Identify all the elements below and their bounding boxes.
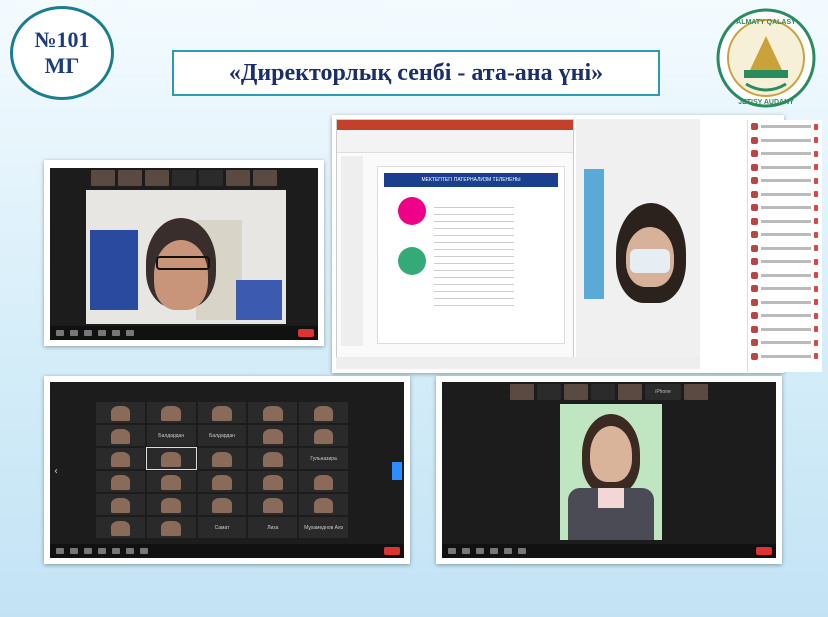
zoom-control-bar[interactable] bbox=[442, 544, 776, 558]
grid-name-label: Мұхамеднов Аяз bbox=[299, 517, 348, 538]
page-title-box: «Директорлық сенбі - ата-ана үні» bbox=[172, 50, 660, 96]
speaker-video bbox=[86, 190, 286, 324]
powerpoint-window: МЕКТЕПТЕГІ ПАТЕРНАЛИЗМ ТЕЛЕНЕНЫ bbox=[336, 119, 574, 359]
slide-heading: МЕКТЕПТЕГІ ПАТЕРНАЛИЗМ ТЕЛЕНЕНЫ bbox=[384, 173, 558, 187]
logo-bottom-text: JETISY AUDANY bbox=[738, 99, 794, 106]
participant-row[interactable] bbox=[748, 255, 822, 269]
participants-list[interactable] bbox=[747, 120, 822, 372]
participant-row[interactable] bbox=[748, 282, 822, 296]
slide-preview: МЕКТЕПТЕГІ ПАТЕРНАЛИЗМ ТЕЛЕНЕНЫ bbox=[377, 166, 565, 344]
district-emblem-logo: ALMATY QALASY JETISY AUDANY bbox=[716, 8, 816, 108]
participant-row[interactable] bbox=[748, 215, 822, 229]
participant-row[interactable] bbox=[748, 120, 822, 134]
participant-thumbnail-strip: iPhone bbox=[442, 382, 776, 404]
grid-name-label: Балдардан bbox=[146, 425, 196, 446]
thumbnail-name-label: iPhone bbox=[645, 384, 681, 400]
page-title: «Директорлық сенбі - ата-ана үні» bbox=[228, 59, 604, 86]
grid-name-label: Гульназира bbox=[299, 448, 348, 469]
prev-page-arrow-icon[interactable]: ‹ bbox=[54, 466, 62, 478]
grid-name-label: Балдардан bbox=[197, 425, 247, 446]
badge-number: №101 bbox=[34, 27, 90, 52]
participant-row[interactable] bbox=[748, 323, 822, 337]
participant-row[interactable] bbox=[748, 174, 822, 188]
participant-row[interactable] bbox=[748, 161, 822, 175]
participant-row[interactable] bbox=[748, 336, 822, 350]
logo-top-text: ALMATY QALASY bbox=[736, 19, 796, 26]
zoom-screenshot-top-right: МЕКТЕПТЕГІ ПАТЕРНАЛИЗМ ТЕЛЕНЕНЫ bbox=[332, 115, 784, 373]
zoom-gallery-window: Балдардан Балдардан Гульназира Самат Лиза М… bbox=[50, 382, 404, 558]
grid-name-label: Самат bbox=[197, 517, 247, 538]
participant-row[interactable] bbox=[748, 228, 822, 242]
zoom-window: iPhone bbox=[442, 382, 776, 558]
speaker-video bbox=[560, 404, 662, 540]
zoom-screenshot-bottom-right: iPhone bbox=[436, 376, 782, 564]
participant-row[interactable] bbox=[748, 134, 822, 148]
next-page-arrow-icon[interactable] bbox=[392, 462, 402, 480]
participant-row[interactable] bbox=[748, 242, 822, 256]
participant-row[interactable] bbox=[748, 269, 822, 283]
participant-row[interactable] bbox=[748, 309, 822, 323]
zoom-screenshot-bottom-left: Балдардан Балдардан Гульназира Самат Лиза М… bbox=[44, 376, 410, 564]
zoom-control-bar[interactable] bbox=[50, 326, 318, 340]
speaker-video-masked bbox=[576, 119, 700, 357]
badge-suffix: МГ bbox=[44, 53, 80, 78]
participant-row[interactable] bbox=[748, 188, 822, 202]
grid-name-label: Лиза bbox=[248, 517, 298, 538]
participant-row[interactable] bbox=[748, 147, 822, 161]
zoom-window bbox=[50, 168, 318, 340]
participant-row[interactable] bbox=[748, 296, 822, 310]
zoom-control-bar[interactable] bbox=[50, 544, 404, 558]
participant-row[interactable] bbox=[748, 201, 822, 215]
participant-grid: Балдардан Балдардан Гульназира Самат Лиза М… bbox=[96, 402, 348, 538]
participant-row[interactable] bbox=[748, 350, 822, 364]
participant-thumbnail-strip bbox=[50, 168, 318, 190]
school-number-badge: №101 МГ bbox=[10, 6, 114, 100]
zoom-screenshot-top-left bbox=[44, 160, 324, 346]
